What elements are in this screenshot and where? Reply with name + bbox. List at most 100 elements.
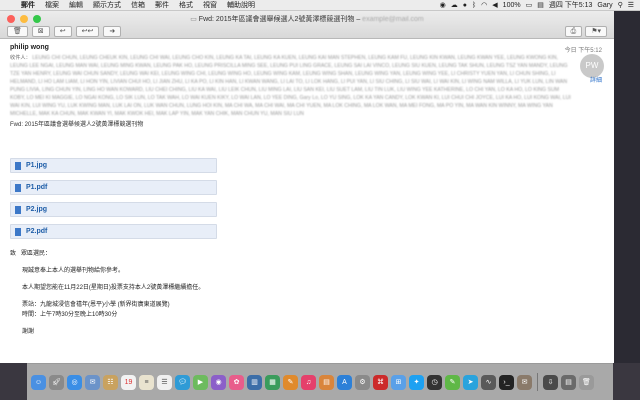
- subject: Fwd: 2015年區議會選舉候選人2號黃澤標競選刊物: [10, 122, 144, 128]
- mail-icon[interactable]: ✉: [85, 374, 100, 390]
- attachment-name: P1.pdf: [26, 184, 48, 191]
- launchpad-icon[interactable]: 🚀︎: [49, 374, 64, 390]
- body-line-4: 時間：上午7時30分至晚上10時30分: [22, 312, 118, 318]
- title-bar: ▭ Fwd: 2015年區議會選舉候選人2號黃澤標競選刊物 – example@…: [0, 11, 614, 39]
- calendar-icon[interactable]: 19: [121, 374, 136, 390]
- attachment-p1-jpg[interactable]: P1.jpg: [10, 158, 217, 173]
- document-icon: ▭: [190, 16, 199, 23]
- flag-icon[interactable]: ▤: [537, 0, 544, 11]
- reply-all-button[interactable]: ↩︎↩︎: [75, 26, 100, 37]
- menu-help[interactable]: 輔助說明: [222, 0, 260, 10]
- body-line-1: 現誠意奉上本人的選舉刊物給你參考。: [22, 268, 125, 274]
- body-line-5: 謝謝: [22, 329, 35, 335]
- attachment-name: P1.jpg: [26, 162, 48, 169]
- attachment-name: P2.pdf: [26, 228, 48, 235]
- toolbar-right: ⎙ ⚑▾: [564, 26, 607, 37]
- volume-icon[interactable]: ◀: [492, 0, 497, 11]
- numbers-icon[interactable]: ▦: [265, 374, 280, 390]
- notification-center-icon[interactable]: ☰: [628, 0, 634, 11]
- clock[interactable]: 週四 下午5:13: [549, 0, 593, 11]
- user-name[interactable]: Gary: [597, 0, 612, 11]
- preview-icon[interactable]: ⊞: [391, 374, 406, 390]
- evernote-icon[interactable]: ✎: [445, 374, 460, 390]
- attachment-name: P2.jpg: [26, 206, 48, 213]
- recipients-label: 收件人：: [10, 55, 31, 61]
- greeting: 致 眾區選民：: [10, 251, 52, 257]
- body-line-2: 本人期望您能在11月22日(星期日)投票支持本人2號黃澤標繼續擔任。: [22, 285, 205, 291]
- reply-all-icon: ↩︎↩︎: [81, 28, 94, 35]
- messages-icon[interactable]: 💬︎: [175, 374, 190, 390]
- photo-booth-icon[interactable]: ◉: [211, 374, 226, 390]
- contacts-icon[interactable]: ☷: [103, 374, 118, 390]
- battery-percent[interactable]: 100%: [503, 0, 521, 11]
- battery-icon[interactable]: ▭: [526, 0, 533, 11]
- desktop-background-left: [0, 363, 27, 400]
- details-link[interactable]: 詳細: [590, 75, 602, 84]
- telegram-icon[interactable]: ➤: [463, 374, 478, 390]
- menu-mailbox[interactable]: 信箱: [126, 0, 150, 10]
- facetime-icon[interactable]: ▶: [193, 374, 208, 390]
- menu-edit[interactable]: 編輯: [64, 0, 88, 10]
- file-icon: [15, 161, 21, 170]
- finder-icon[interactable]: ☺: [31, 374, 46, 390]
- reminders-icon[interactable]: ☰: [157, 374, 172, 390]
- recording-icon[interactable]: ●: [463, 0, 467, 11]
- reply-icon: ↩: [59, 28, 66, 35]
- keynote-icon[interactable]: ▥: [247, 374, 262, 390]
- message-body: 致 眾區選民： 現誠意奉上本人的選舉刊物給你參考。 本人期望您能在11月22日(…: [10, 249, 604, 337]
- wifi-icon[interactable]: ◠: [481, 0, 487, 11]
- reply-button[interactable]: ↩: [53, 26, 72, 37]
- app-store-icon[interactable]: A: [337, 374, 352, 390]
- photos-icon[interactable]: ✿: [229, 374, 244, 390]
- pages-icon[interactable]: ✎: [283, 374, 298, 390]
- skype-icon[interactable]: ◉: [440, 0, 446, 11]
- attachment-p1-pdf[interactable]: P1.pdf: [10, 180, 217, 195]
- menu-window[interactable]: 視窗: [198, 0, 222, 10]
- spotlight-icon[interactable]: ⚲: [618, 0, 623, 11]
- recipients: 收件人： LEUNG CHI CHUN, LEUNG CHEUK KIN, LE…: [10, 54, 575, 118]
- clock-app-icon[interactable]: ◷: [427, 374, 442, 390]
- recipients-list[interactable]: LEUNG CHI CHUN, LEUNG CHEUK KIN, LEUNG C…: [10, 55, 571, 117]
- sender-name: philip wong: [10, 44, 49, 51]
- forward-button[interactable]: ➜: [103, 26, 122, 37]
- attachment-p2-jpg[interactable]: P2.jpg: [10, 202, 217, 217]
- acrobat-icon[interactable]: ⌘: [373, 374, 388, 390]
- toolbar: 🗑︎ ⊠ ↩ ↩︎↩︎ ➜: [7, 26, 122, 37]
- system-preferences-icon[interactable]: ⚙: [355, 374, 370, 390]
- menu-app[interactable]: 郵件: [16, 0, 40, 10]
- activity-monitor-icon[interactable]: ∿: [481, 374, 496, 390]
- attachment-p2-pdf[interactable]: P2.pdf: [10, 224, 217, 239]
- itunes-icon[interactable]: ♫: [301, 374, 316, 390]
- attachment-list: P1.jpg P1.pdf P2.jpg P2.pdf: [10, 158, 604, 239]
- documents-stack-icon[interactable]: ▤: [561, 374, 576, 390]
- mail-app-icon[interactable]: ✉: [517, 374, 532, 390]
- menu-file[interactable]: 檔案: [40, 0, 64, 10]
- dock-separator: [537, 373, 538, 391]
- file-icon: [15, 205, 21, 214]
- ibooks-icon[interactable]: ▤: [319, 374, 334, 390]
- menu-view[interactable]: 顯示方式: [88, 0, 126, 10]
- window-title: ▭ Fwd: 2015年區議會選舉候選人2號黃澤標競選刊物 – example@…: [190, 16, 424, 23]
- menu-format[interactable]: 格式: [174, 0, 198, 10]
- file-icon: [15, 227, 21, 236]
- received-time: 今日 下午5:12: [564, 48, 602, 54]
- bluetooth-icon[interactable]: ᛒ: [472, 0, 476, 11]
- flag-menu-icon: ⚑▾: [591, 28, 601, 35]
- file-icon: [15, 183, 21, 192]
- message-view: philip wong 今日 下午5:12 PW 詳細 收件人： LEUNG C…: [0, 40, 614, 363]
- twitter-icon[interactable]: ✦: [409, 374, 424, 390]
- menu-message[interactable]: 郵件: [150, 0, 174, 10]
- delete-button[interactable]: 🗑︎: [7, 26, 28, 37]
- downloads-stack-icon[interactable]: ⇩: [543, 374, 558, 390]
- terminal-icon[interactable]: ›_: [499, 374, 514, 390]
- printer-icon: ⎙: [570, 28, 577, 35]
- notes-icon[interactable]: ≡: [139, 374, 154, 390]
- cloud-icon[interactable]: ☁: [451, 0, 458, 11]
- menu-bar: 郵件 檔案 編輯 顯示方式 信箱 郵件 格式 視窗 輔助說明 ◉ ☁ ● ᛒ ◠…: [0, 0, 640, 11]
- junk-icon: ⊠: [37, 28, 44, 35]
- trash-dock-icon[interactable]: 🗑︎: [579, 374, 594, 390]
- print-button[interactable]: ⎙: [564, 26, 583, 37]
- junk-button[interactable]: ⊠: [31, 26, 50, 37]
- safari-icon[interactable]: ◎: [67, 374, 82, 390]
- flag-button[interactable]: ⚑▾: [585, 26, 607, 37]
